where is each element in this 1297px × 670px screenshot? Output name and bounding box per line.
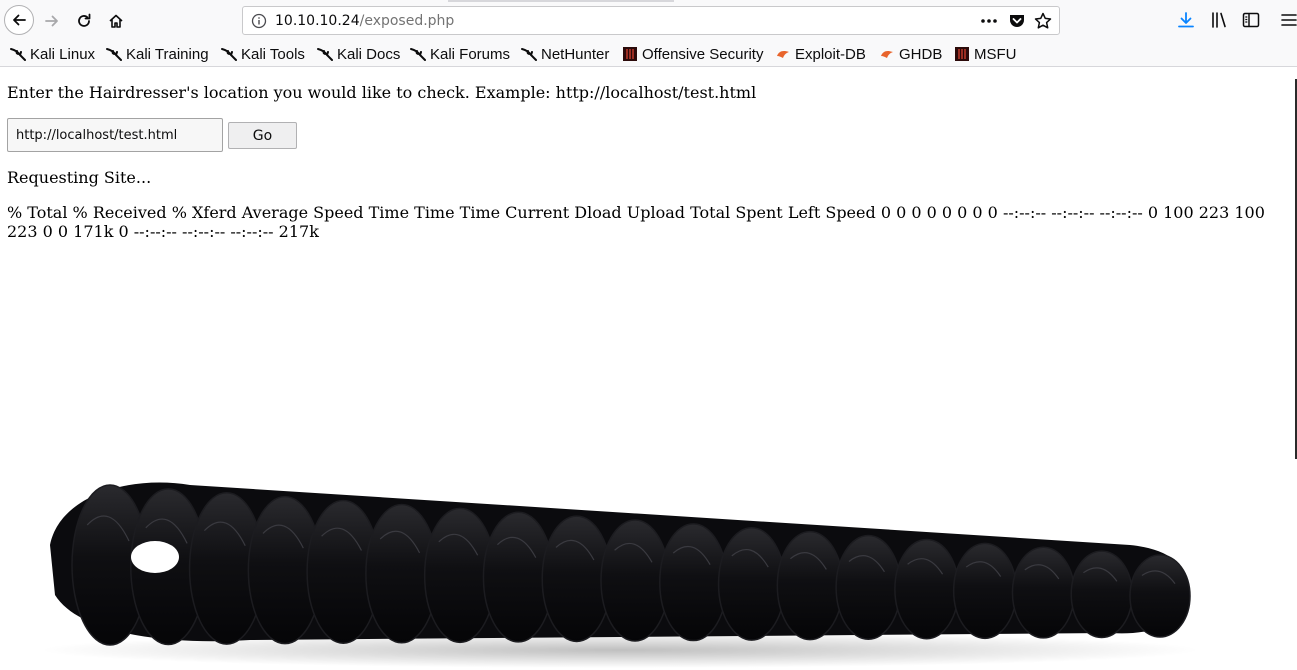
bookmark-label: GHDB	[899, 45, 943, 63]
bookmark-label: Kali Training	[126, 45, 209, 63]
bookmark-exploit-db[interactable]: Exploit-DB	[775, 44, 866, 64]
bookmark-nethunter[interactable]: NetHunter	[521, 44, 609, 64]
url-text[interactable]: 10.10.10.24/exposed.php	[275, 13, 454, 29]
bookmark-label: NetHunter	[541, 45, 610, 63]
browser-navbar: 10.10.10.24/exposed.php	[0, 0, 1297, 42]
forward-button[interactable]	[38, 7, 66, 35]
reload-icon	[78, 13, 91, 27]
bookmark-kali-training[interactable]: Kali Training	[106, 44, 209, 64]
home-button[interactable]	[102, 7, 130, 35]
bookmark-offensive-security[interactable]: Offensive Security	[622, 44, 763, 64]
bookmark-msfu[interactable]: MSFU	[954, 44, 1017, 64]
more-actions-icon[interactable]	[979, 11, 999, 31]
pocket-icon[interactable]	[1007, 11, 1027, 31]
bookmark-label: MSFU	[974, 45, 1017, 63]
exploit-db-icon	[777, 51, 789, 58]
offsec-icon	[955, 47, 969, 61]
go-button[interactable]: Go	[228, 122, 297, 149]
home-icon	[109, 14, 123, 28]
reload-button[interactable]	[70, 7, 98, 35]
info-icon[interactable]	[251, 13, 267, 29]
kali-dragon-icon	[10, 48, 26, 61]
back-button[interactable]	[4, 5, 34, 35]
bookmark-label: Kali Linux	[30, 45, 96, 63]
kali-dragon-icon	[521, 48, 537, 61]
arrow-right-icon	[45, 15, 58, 27]
sidebar-icon[interactable]	[1241, 10, 1261, 30]
kali-dragon-icon	[410, 48, 426, 61]
kali-dragon-icon	[106, 48, 122, 61]
url-bar[interactable]: 10.10.10.24/exposed.php	[242, 6, 1060, 35]
prompt-text: Enter the Hairdresser's location you wou…	[7, 83, 757, 102]
hamburger-menu-icon[interactable]	[1279, 10, 1297, 30]
bookmark-label: Kali Tools	[241, 45, 305, 63]
curl-output: % Total % Received % Xferd Average Speed…	[7, 203, 1265, 241]
braided-hair-image	[40, 482, 1200, 668]
offsec-icon	[623, 47, 637, 61]
download-icon[interactable]	[1176, 10, 1196, 30]
bookmarks-toolbar: Kali Linux Kali Training Kali Tools Kali…	[0, 42, 1297, 67]
page-content: Enter the Hairdresser's location you wou…	[0, 67, 1295, 670]
location-input[interactable]	[7, 118, 223, 152]
bookmark-star-icon[interactable]	[1033, 11, 1053, 31]
bookmark-kali-tools[interactable]: Kali Tools	[221, 44, 305, 64]
bookmark-kali-docs[interactable]: Kali Docs	[317, 44, 400, 64]
bookmark-kali-linux[interactable]: Kali Linux	[10, 44, 95, 64]
active-tab-indicator	[448, 0, 674, 2]
bookmark-kali-forums[interactable]: Kali Forums	[410, 44, 510, 64]
kali-dragon-icon	[221, 48, 237, 61]
url-host: 10.10.10.24	[275, 13, 360, 29]
bookmark-label: Kali Forums	[430, 45, 511, 63]
arrow-left-icon	[13, 14, 26, 26]
bookmark-ghdb[interactable]: GHDB	[879, 44, 942, 64]
library-icon[interactable]	[1209, 10, 1229, 30]
bookmark-label: Exploit-DB	[795, 45, 866, 63]
exploit-db-icon	[881, 51, 893, 58]
requesting-status: Requesting Site...	[7, 168, 152, 187]
bookmark-label: Offensive Security	[642, 45, 764, 63]
url-path: /exposed.php	[359, 13, 455, 29]
kali-dragon-icon	[317, 48, 333, 61]
bookmark-label: Kali Docs	[337, 45, 401, 63]
